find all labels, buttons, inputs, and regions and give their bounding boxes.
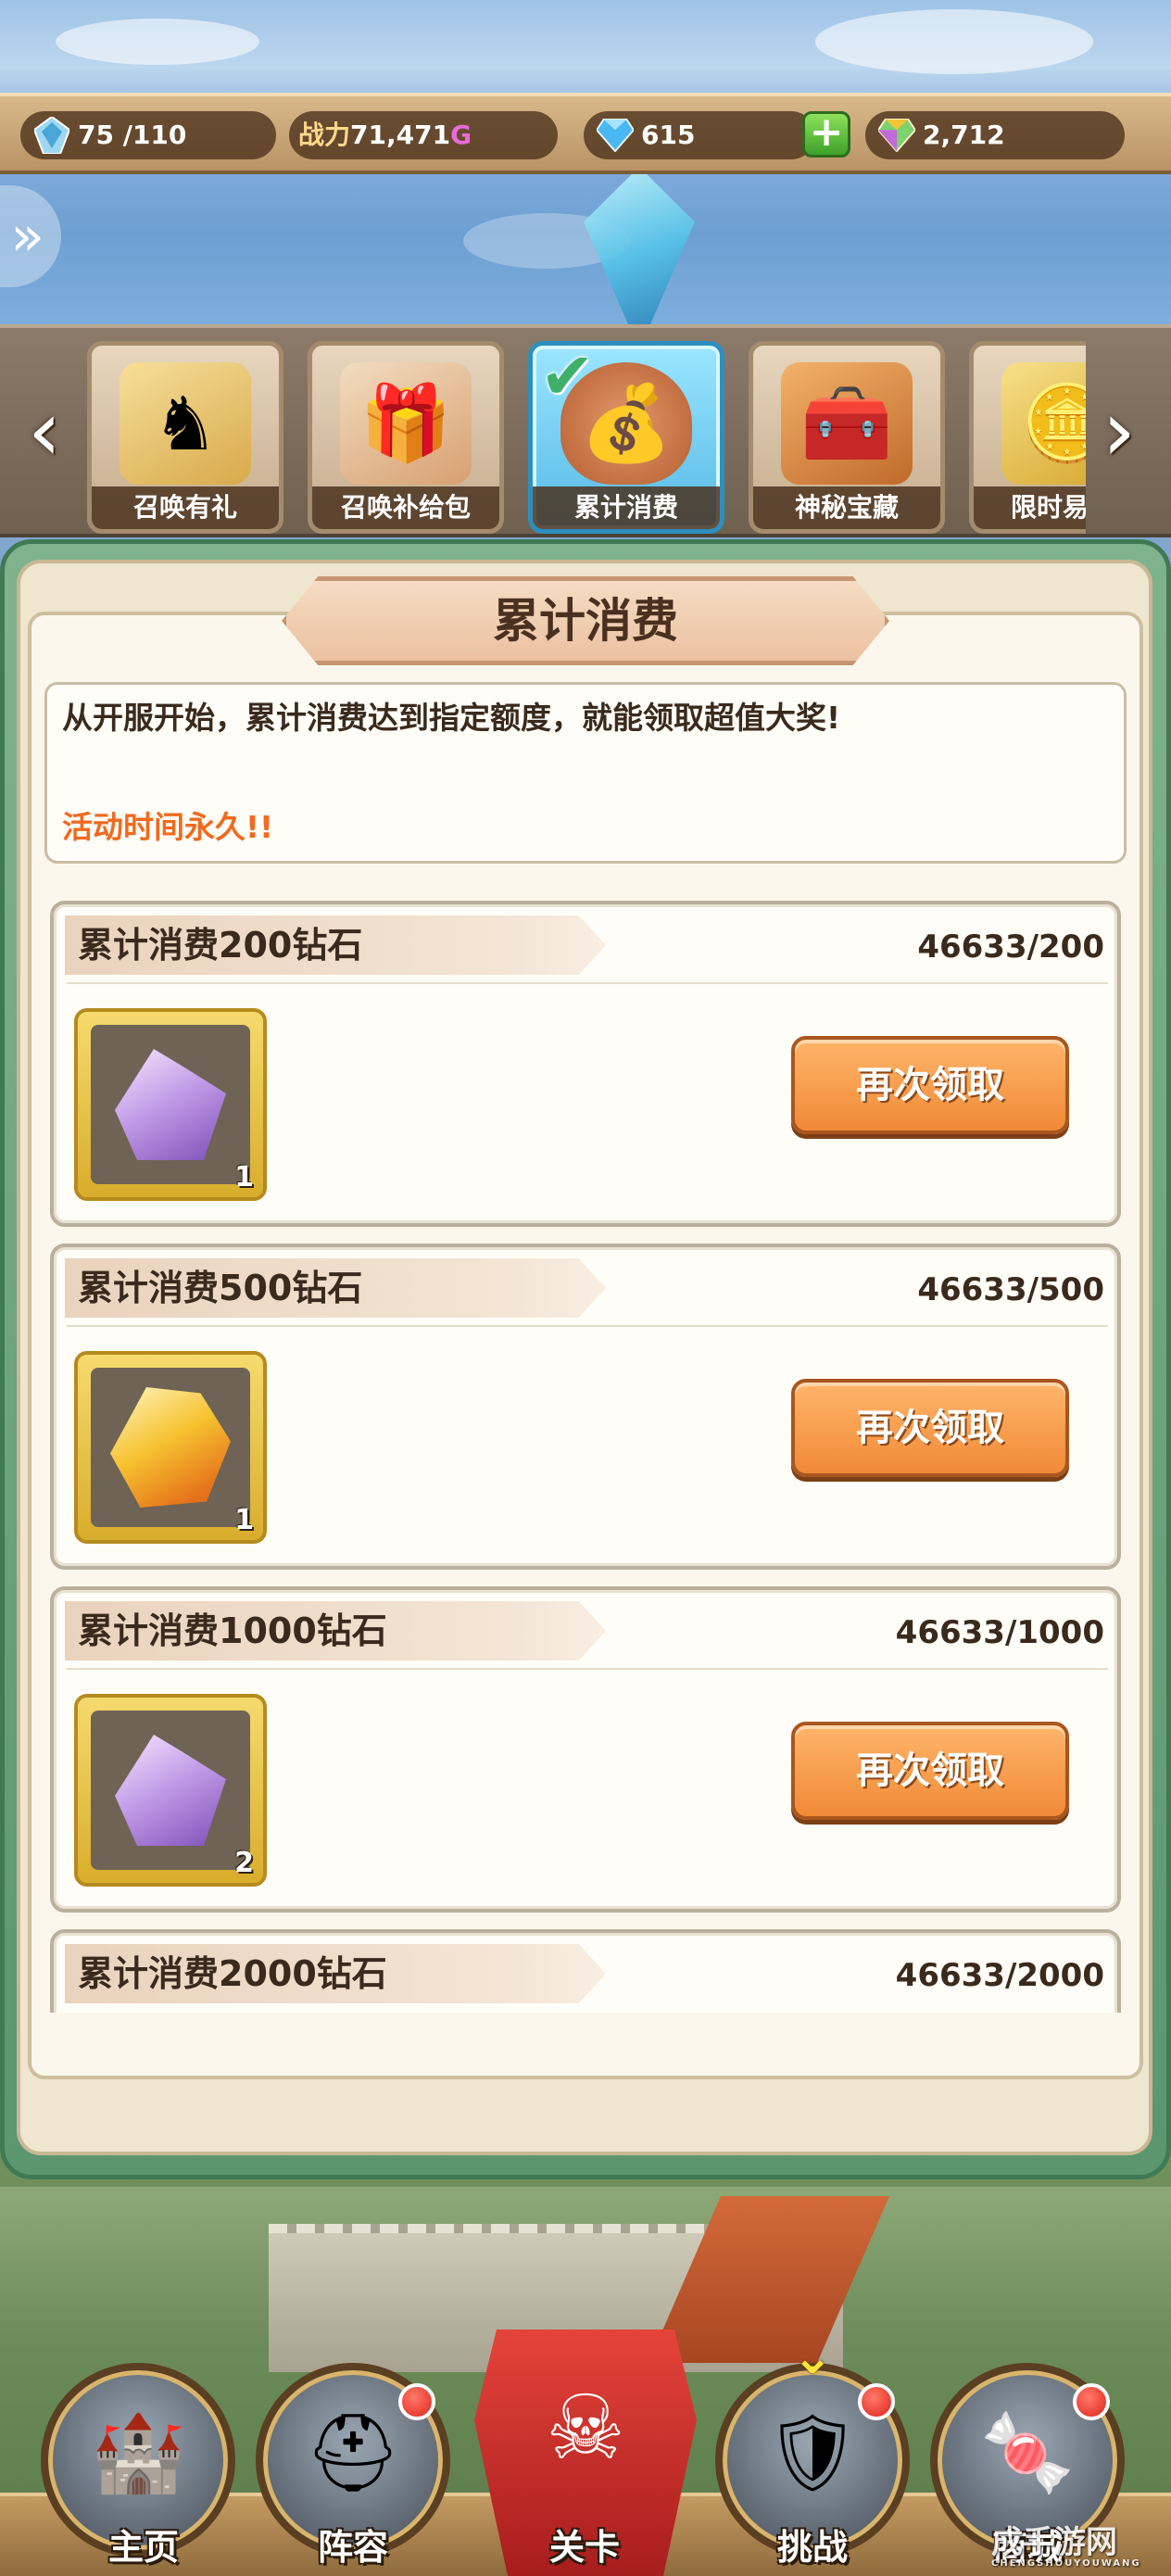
reward-title: 累计消费2000钻石	[78, 1953, 387, 1994]
event-tab-strip: ‹ ♞ 召唤有礼 🎁 召唤补给包 💰 ✔ 累计消费 🧰 神秘宝藏 🪙 限时易 ›	[0, 324, 1171, 537]
crystal-energy-icon	[33, 117, 70, 154]
reward-progress: 46633/2000	[895, 1957, 1104, 1994]
tab-mystery-treasure[interactable]: 🧰 神秘宝藏	[749, 341, 945, 534]
reward-row: 累计消费1000钻石 46633/1000 2 再次领取	[50, 1586, 1121, 1913]
nav-label-lineup: 阵容	[317, 2527, 388, 2568]
tab-cumulative-spend[interactable]: 💰 ✔ 累计消费	[528, 341, 724, 534]
gem-value: 2,712	[923, 120, 1005, 150]
purple-crystal-icon	[91, 1025, 250, 1184]
notification-dot	[858, 2383, 895, 2420]
row-divider	[67, 1668, 1108, 1670]
reward-title: 累计消费1000钻石	[78, 1610, 387, 1651]
reward-title: 累计消费500钻石	[78, 1268, 363, 1308]
rainbow-gem-icon	[878, 117, 915, 154]
claim-again-button[interactable]: 再次领取	[791, 1036, 1069, 1134]
helmet-icon: ⛑	[304, 2409, 402, 2497]
shield-swords-icon: 🛡	[763, 2409, 862, 2497]
reward-progress: 46633/200	[917, 928, 1104, 966]
nav-label-challenge: 挑战	[776, 2527, 848, 2568]
gumball-machine-icon: 🍬	[979, 2409, 1076, 2497]
row-divider	[67, 1325, 1108, 1327]
claim-again-button[interactable]: 再次领取	[791, 1379, 1069, 1477]
add-diamonds-button[interactable]: +	[802, 111, 850, 158]
chest-icon: 🧰	[781, 362, 913, 485]
reward-row-clip: 累计消费2000钻石 46633/2000	[50, 1929, 1121, 2013]
event-description: 从开服开始，累计消费达到指定额度，就能领取超值大奖!	[62, 700, 841, 736]
tab-label: 召唤补给包	[312, 486, 499, 529]
event-time-note: 活动时间永久!!	[62, 809, 274, 845]
reward-item-slot[interactable]: 2	[74, 1694, 267, 1887]
diamond-icon	[597, 117, 634, 154]
watermark-text: 成手游网	[991, 2524, 1117, 2561]
chevron-down-icon: ⌄	[792, 2330, 833, 2385]
resource-bar: 75 /110 战力71,471G 615 2,712	[0, 93, 1171, 174]
tab-clip: 🪙 限时易	[969, 341, 1086, 534]
diamond-display: 615	[584, 111, 815, 159]
stamina-value: 75 /110	[78, 120, 187, 150]
row-divider	[67, 982, 1108, 984]
power-suffix: G	[450, 120, 472, 150]
reward-row: 累计消费2000钻石 46633/2000	[50, 1929, 1121, 2013]
nav-label-home: 主页	[107, 2527, 179, 2568]
page-title: 累计消费	[493, 594, 678, 648]
notification-dot	[398, 2383, 435, 2420]
horse-icon: ♞	[120, 362, 251, 485]
item-count: 1	[234, 1161, 254, 1193]
gem-display: 2,712	[865, 111, 1125, 159]
notification-dot	[1073, 2383, 1110, 2420]
power-display: 战力71,471G	[289, 111, 558, 159]
tab-label: 神秘宝藏	[753, 486, 940, 529]
tab-summon-pack[interactable]: 🎁 召唤补给包	[308, 341, 504, 534]
claim-again-button[interactable]: 再次领取	[791, 1722, 1069, 1820]
reward-progress: 46633/500	[917, 1271, 1104, 1308]
diamond-value: 615	[641, 120, 696, 150]
description-box: 从开服开始，累计消费达到指定额度，就能领取超值大奖! 活动时间永久!!	[44, 682, 1127, 864]
skull-banner-icon: ☠	[545, 2376, 626, 2480]
watermark: 成手游网 CHENGSHOUYOUWANG	[991, 2517, 1167, 2569]
item-count: 2	[234, 1847, 254, 1879]
tab-label: 召唤有礼	[92, 486, 279, 529]
nav-label-stages: 关卡	[548, 2527, 620, 2568]
watermark-subtext: CHENGSHOUYOUWANG	[991, 2558, 1141, 2569]
reward-row: 累计消费500钻石 46633/500 1 再次领取	[50, 1244, 1121, 1570]
tab-label: 限时易	[974, 486, 1086, 529]
carousel-left-arrow[interactable]: ‹	[19, 385, 70, 487]
castle-icon: 🏰	[90, 2409, 186, 2497]
checkmark-icon: ✔	[540, 341, 595, 414]
item-count: 1	[234, 1504, 254, 1536]
power-value: 71,471	[350, 120, 451, 150]
carousel-right-arrow[interactable]: ›	[1093, 385, 1145, 487]
reward-title: 累计消费200钻石	[78, 925, 363, 966]
tab-limited-time[interactable]: 🪙 限时易	[969, 341, 1086, 534]
tab-summon-gift[interactable]: ♞ 召唤有礼	[87, 341, 283, 534]
stamina-display: 75 /110	[20, 111, 276, 159]
tab-label: 累计消费	[533, 486, 720, 529]
gold-gem-icon	[91, 1368, 250, 1527]
reward-item-slot[interactable]: 1	[74, 1008, 267, 1201]
purple-crystal-icon	[91, 1711, 250, 1870]
reward-progress: 46633/1000	[895, 1614, 1104, 1651]
treasure-icon: 🎁	[340, 362, 472, 485]
reward-item-slot[interactable]: 1	[74, 1351, 267, 1544]
coins-icon: 🪙	[1001, 362, 1086, 485]
reward-row: 累计消费200钻石 46633/200 1 再次领取	[50, 901, 1121, 1227]
power-label: 战力	[298, 120, 351, 150]
